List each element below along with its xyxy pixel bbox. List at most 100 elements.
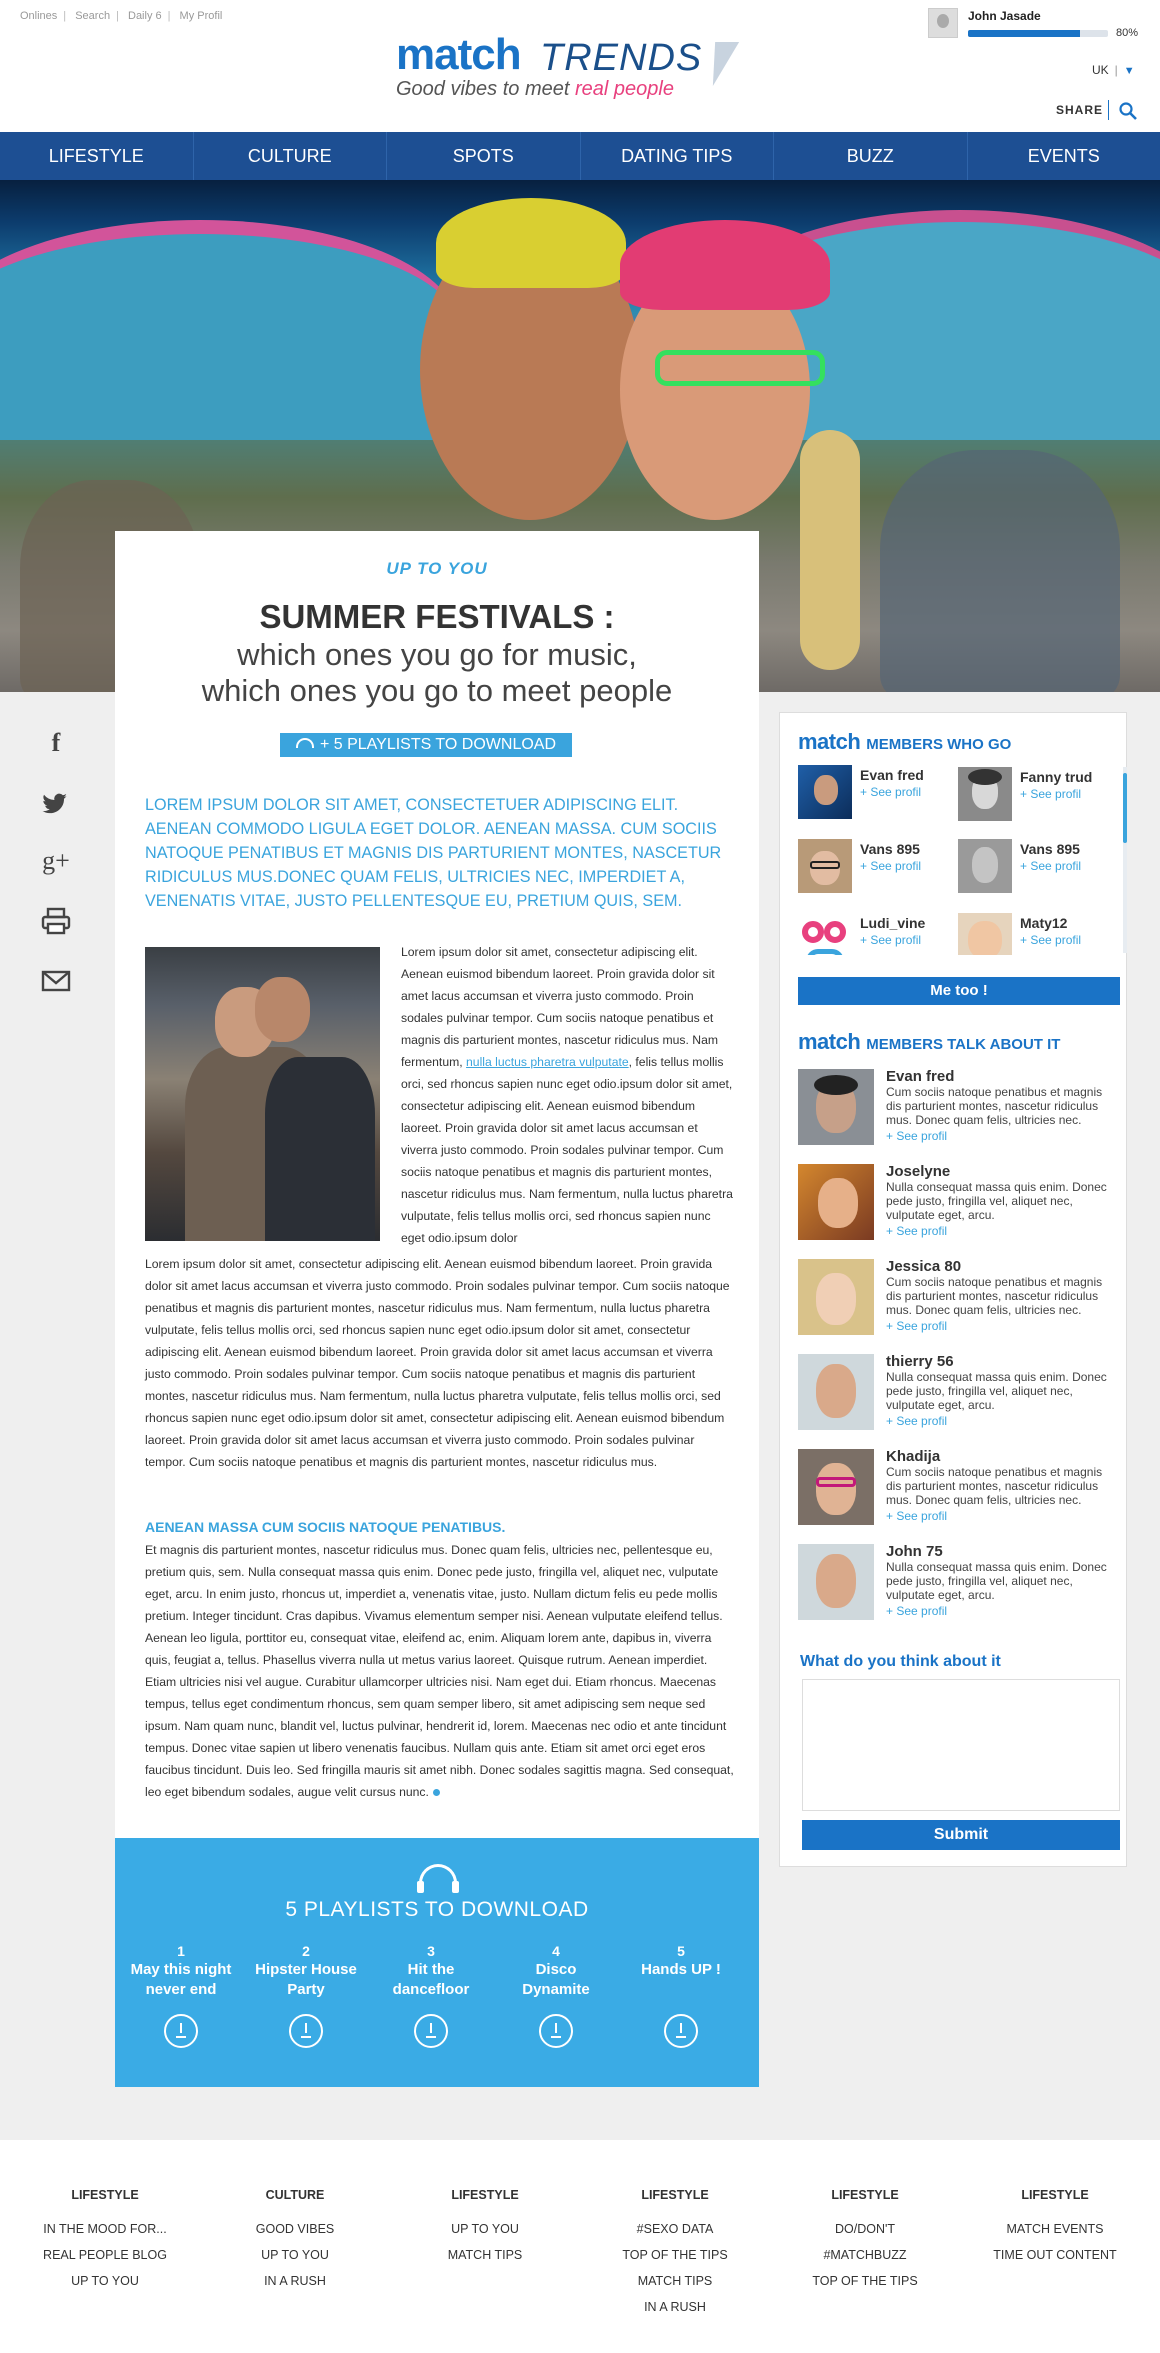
see-profile-link[interactable]: + See profil [1020, 859, 1081, 873]
playlist-item[interactable]: 4 Disco Dynamite [496, 1942, 616, 2048]
see-profile-link[interactable]: + See profil [886, 1509, 947, 1523]
site-footer: LIFESTYLE IN THE MOOD FOR... REAL PEOPLE… [0, 2140, 1160, 2353]
footer-link[interactable]: IN A RUSH [580, 2294, 770, 2320]
avatar[interactable] [958, 913, 1012, 955]
see-profile-link[interactable]: + See profil [860, 933, 921, 947]
mail-icon[interactable] [38, 966, 74, 996]
avatar[interactable] [798, 1354, 874, 1430]
site-header: Onlines | Search | Daily 6 | My Profil matc… [0, 0, 1160, 132]
comment-textarea[interactable] [802, 1679, 1120, 1811]
footer-link[interactable]: #MATCHBUZZ [770, 2242, 960, 2268]
footer-link[interactable]: UP TO YOU [10, 2268, 200, 2294]
site-logo[interactable]: match TRENDS Good vibes to meet real peo… [396, 28, 756, 108]
footer-link[interactable]: TOP OF THE TIPS [770, 2268, 960, 2294]
footer-link[interactable]: GOOD VIBES [200, 2216, 390, 2242]
comment-text: Cum sociis natoque penatibus et magnis d… [886, 1085, 1103, 1127]
googleplus-icon[interactable]: g+ [38, 846, 74, 876]
facebook-icon[interactable]: f [38, 728, 74, 758]
download-playlists-button[interactable]: + 5 PLAYLISTS TO DOWNLOAD [280, 733, 572, 757]
member-card[interactable]: Evan fred + See profil [798, 765, 958, 821]
print-icon[interactable] [38, 906, 74, 936]
footer-link[interactable]: DO/DON'T [770, 2216, 960, 2242]
footer-link[interactable]: MATCH EVENTS [960, 2216, 1150, 2242]
download-icon[interactable] [664, 2014, 698, 2048]
main-nav: LIFESTYLE CULTURE SPOTS DATING TIPS BUZZ… [0, 132, 1160, 180]
download-icon[interactable] [164, 2014, 198, 2048]
see-profile-link[interactable]: + See profil [886, 1414, 947, 1428]
footer-link[interactable]: TOP OF THE TIPS [580, 2242, 770, 2268]
footer-heading[interactable]: LIFESTYLE [390, 2188, 580, 2202]
see-profile-link[interactable]: + See profil [886, 1319, 947, 1333]
submit-button[interactable]: Submit [802, 1820, 1120, 1850]
avatar[interactable] [798, 913, 852, 955]
see-profile-link[interactable]: + See profil [1020, 787, 1081, 801]
footer-heading[interactable]: CULTURE [200, 2188, 390, 2202]
member-card[interactable]: Maty12 + See profil [958, 913, 1108, 955]
footer-heading[interactable]: LIFESTYLE [770, 2188, 960, 2202]
nav-spots[interactable]: SPOTS [387, 132, 581, 180]
footer-heading[interactable]: LIFESTYLE [580, 2188, 770, 2202]
comment-text: Nulla consequat massa quis enim. Donec p… [886, 1180, 1107, 1222]
comment-author: Evan fred [886, 1068, 955, 1085]
avatar[interactable] [798, 1544, 874, 1620]
member-card[interactable]: Vans 895 + See profil [798, 839, 958, 895]
share-button[interactable]: SHARE [1056, 103, 1103, 117]
footer-link[interactable]: #SEXO DATA [580, 2216, 770, 2242]
avatar[interactable] [798, 765, 852, 819]
language-selector[interactable]: UK | ▼ [1092, 63, 1135, 77]
nav-events[interactable]: EVENTS [968, 132, 1160, 180]
toplink-daily[interactable]: Daily 6 [128, 10, 162, 22]
twitter-icon[interactable] [38, 788, 74, 818]
nav-dating-tips[interactable]: DATING TIPS [581, 132, 774, 180]
braid-shape [800, 430, 860, 670]
article-kicker[interactable]: UP TO YOU [115, 559, 759, 579]
me-too-button[interactable]: Me too ! [798, 977, 1120, 1005]
see-profile-link[interactable]: + See profil [1020, 933, 1081, 947]
avatar[interactable] [798, 1449, 874, 1525]
download-icon[interactable] [289, 2014, 323, 2048]
footer-link[interactable]: UP TO YOU [390, 2216, 580, 2242]
nav-buzz[interactable]: BUZZ [774, 132, 968, 180]
playlist-item[interactable]: 1 May this night never end [121, 1942, 241, 2048]
see-profile-link[interactable]: + See profil [886, 1224, 947, 1238]
nav-lifestyle[interactable]: LIFESTYLE [0, 132, 194, 180]
footer-link[interactable]: IN A RUSH [200, 2268, 390, 2294]
see-profile-link[interactable]: + See profil [886, 1129, 947, 1143]
avatar[interactable] [928, 8, 958, 38]
toplink-profile[interactable]: My Profil [180, 10, 223, 22]
members-scrollbar[interactable] [1123, 767, 1127, 953]
avatar[interactable] [798, 839, 852, 893]
footer-heading[interactable]: LIFESTYLE [960, 2188, 1150, 2202]
see-profile-link[interactable]: + See profil [860, 859, 921, 873]
avatar[interactable] [798, 1069, 874, 1145]
avatar[interactable] [798, 1164, 874, 1240]
user-widget[interactable]: John Jasade 80% [928, 8, 1150, 42]
download-icon[interactable] [539, 2014, 573, 2048]
search-icon[interactable] [1119, 102, 1137, 120]
playlist-item[interactable]: 5 Hands UP ! [621, 1942, 741, 2048]
playlist-item[interactable]: 2 Hipster House Party [246, 1942, 366, 2048]
avatar[interactable] [958, 767, 1012, 821]
toplink-search[interactable]: Search [75, 10, 110, 22]
nav-culture[interactable]: CULTURE [194, 132, 387, 180]
footer-link[interactable]: UP TO YOU [200, 2242, 390, 2268]
scrollbar-thumb[interactable] [1123, 773, 1127, 843]
avatar[interactable] [798, 1259, 874, 1335]
member-card[interactable]: Ludi_vine + See profil [798, 913, 958, 955]
see-profile-link[interactable]: + See profil [886, 1604, 947, 1618]
footer-heading[interactable]: LIFESTYLE [10, 2188, 200, 2202]
see-profile-link[interactable]: + See profil [860, 785, 921, 799]
download-icon[interactable] [414, 2014, 448, 2048]
footer-link[interactable]: TIME OUT CONTENT [960, 2242, 1150, 2268]
footer-link[interactable]: MATCH TIPS [580, 2268, 770, 2294]
footer-link[interactable]: IN THE MOOD FOR... [10, 2216, 200, 2242]
playlist-item[interactable]: 3 Hit the dancefloor [371, 1942, 491, 2048]
member-card[interactable]: Fanny trud + See profil [958, 767, 1108, 823]
member-card[interactable]: Vans 895 + See profil [958, 839, 1108, 895]
toplink-onlines[interactable]: Onlines [20, 10, 57, 22]
footer-link[interactable]: MATCH TIPS [390, 2242, 580, 2268]
footer-link[interactable]: REAL PEOPLE BLOG [10, 2242, 200, 2268]
avatar[interactable] [958, 839, 1012, 893]
inline-link[interactable]: nulla luctus pharetra vulputate [466, 1055, 629, 1069]
comment-text: Cum sociis natoque penatibus et magnis d… [886, 1275, 1103, 1317]
